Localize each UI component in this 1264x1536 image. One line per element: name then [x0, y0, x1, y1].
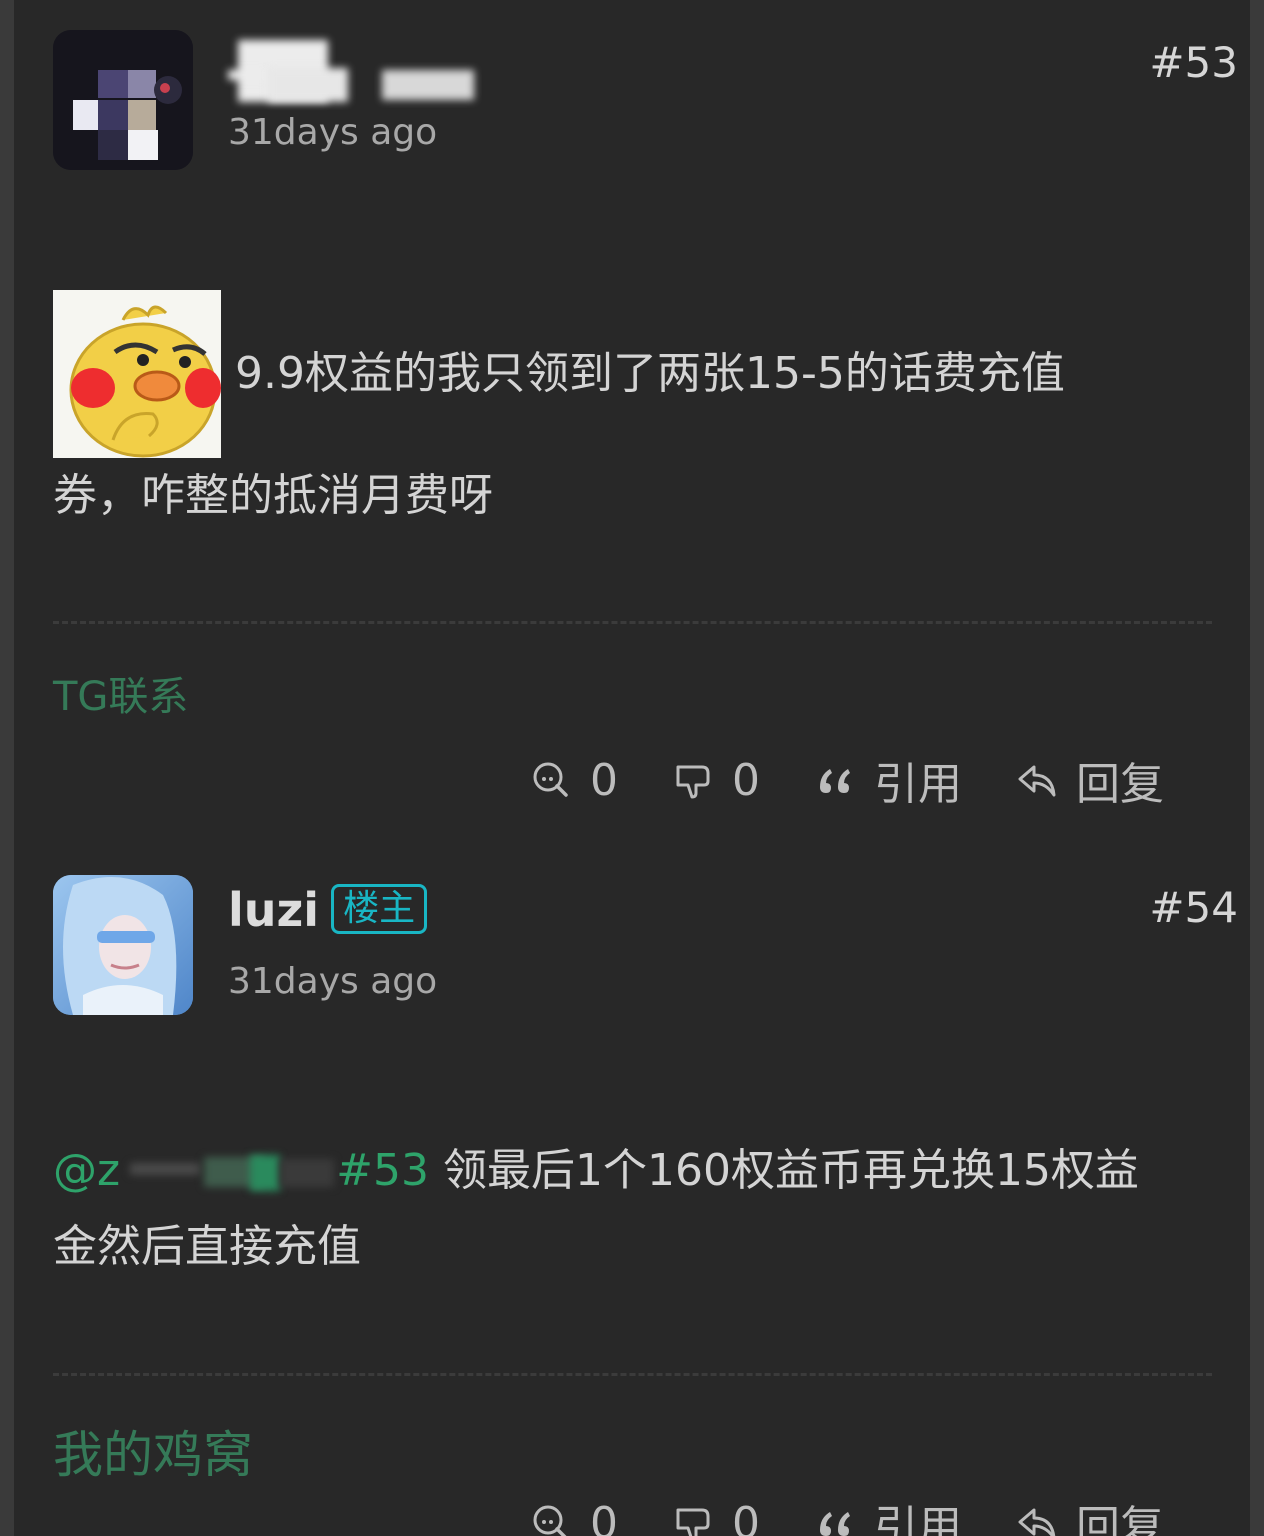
reply-label: 回复 [1076, 1502, 1164, 1536]
quote-button[interactable]: 引用 [814, 748, 962, 812]
dislike-button[interactable]: 0 [672, 1498, 760, 1536]
quote-label: 引用 [874, 1502, 962, 1536]
reply-label: 回复 [1076, 759, 1164, 810]
reply-icon [1018, 1508, 1056, 1536]
blurred-mention [120, 1153, 336, 1193]
quote-label: 引用 [874, 759, 962, 810]
quote-icon [820, 1512, 850, 1536]
reply-reference[interactable]: #53 [336, 1145, 429, 1196]
thread-page: 31days ago #53 9.9权益的我只领到了两张15-5的话费充值 券，… [14, 0, 1250, 1536]
username[interactable]: luzi 楼主 [228, 883, 428, 937]
quote-icon [820, 769, 850, 793]
user-signature[interactable]: 我的鸡窝 [53, 1415, 253, 1487]
dislike-count: 0 [732, 1497, 760, 1536]
post-54: luzi 楼主 31days ago #54 @z #53 领最后1个160权益币再… [14, 845, 1250, 1536]
user-signature[interactable]: TG联系 [53, 664, 188, 722]
dislike-count: 0 [732, 754, 760, 806]
duck-thinking-sticker [53, 290, 221, 458]
post-divider [53, 621, 1212, 624]
post-time: 31days ago [228, 961, 438, 1002]
post-divider [53, 1373, 1212, 1376]
user-avatar[interactable] [53, 30, 193, 170]
like-icon [533, 762, 568, 797]
content-line-1-wrap: @z #53 领最后1个160权益币再兑换15权益 [53, 1133, 1226, 1209]
dislike-button[interactable]: 0 [672, 755, 760, 806]
reply-icon [1018, 765, 1056, 797]
content-line-2: 金然后直接充值 [53, 1221, 361, 1272]
blurred-username-part [268, 68, 348, 102]
post-actions: 0 0 引用 回复 [530, 752, 1164, 810]
post-content: 9.9权益的我只领到了两张15-5的话费充值 券，咋整的抵消月费呀 [53, 290, 1226, 534]
quote-button[interactable]: 引用 [814, 1491, 962, 1536]
floor-number[interactable]: #53 [1149, 38, 1238, 87]
content-line-1: 9.9权益的我只领到了两张15-5的话费充值 [235, 348, 1065, 399]
post-content: @z #53 领最后1个160权益币再兑换15权益 金然后直接充值 [53, 1133, 1226, 1285]
user-avatar[interactable] [53, 875, 193, 1015]
post-actions: 0 0 引用 回复 [530, 1495, 1164, 1536]
content-line-1: 领最后1个160权益币再兑换15权益 [442, 1145, 1139, 1196]
like-button[interactable]: 0 [530, 1498, 618, 1536]
like-icon [533, 1505, 567, 1536]
post-53: 31days ago #53 9.9权益的我只领到了两张15-5的话费充值 券，… [14, 0, 1250, 845]
like-count: 0 [590, 1497, 618, 1536]
mention-link[interactable]: @z [53, 1145, 120, 1196]
thumbs-down-icon [676, 1508, 710, 1536]
blurred-username-part [382, 70, 474, 100]
content-line-2: 券，咋整的抵消月费呀 [53, 470, 493, 521]
post-time: 31days ago [228, 112, 438, 153]
like-button[interactable]: 0 [530, 755, 618, 806]
username-text: luzi [228, 883, 320, 937]
thumbs-down-icon [676, 765, 710, 799]
reply-button[interactable]: 回复 [1016, 1491, 1164, 1536]
reply-button[interactable]: 回复 [1016, 748, 1164, 812]
like-count: 0 [590, 754, 618, 806]
floor-number[interactable]: #54 [1149, 883, 1238, 932]
op-badge: 楼主 [331, 884, 428, 934]
blurred-username-part [228, 70, 268, 80]
